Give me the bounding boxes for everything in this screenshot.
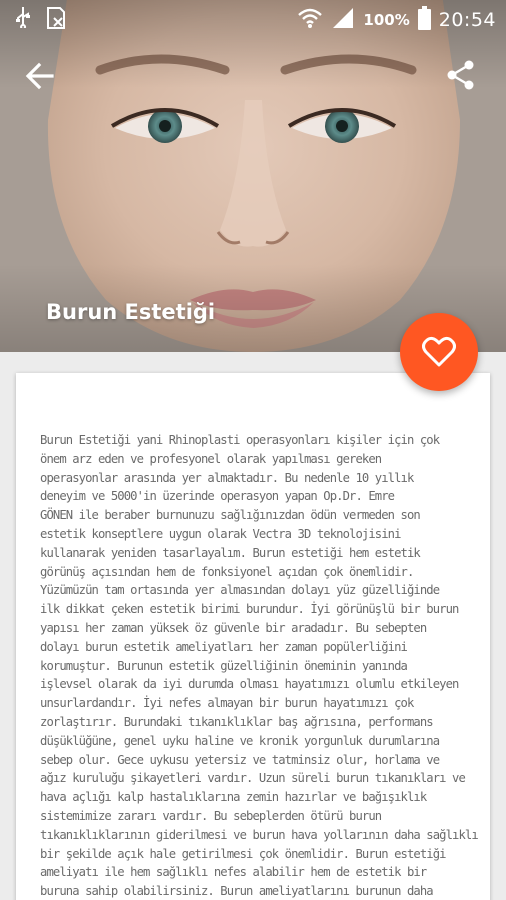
- article-line: dolayı burun estetik ameliyatları her za…: [40, 639, 408, 654]
- battery-percent: 100%: [363, 11, 410, 29]
- article-line: estetik konseptlere uygun olarak Vectra …: [40, 526, 401, 541]
- article-line: GÖNEN ile beraber burnunuzu sağlığınızda…: [40, 508, 421, 523]
- article-line: sebep olur. Gece uykusu yetersiz ve tatm…: [40, 752, 440, 767]
- favorite-button[interactable]: [400, 313, 478, 391]
- article-line: görünüş açısından hem de fonksiyonel açı…: [40, 564, 414, 579]
- article-text: Burun Estetiği yani Rhinoplasti operasyo…: [40, 431, 479, 900]
- sim-icon: [46, 6, 66, 34]
- article-line: bir şekilde açık hale getirilmesi çok ön…: [40, 846, 446, 861]
- heart-outline-icon: [422, 336, 456, 367]
- page-title: Burun Estetiği: [46, 300, 216, 324]
- article-line: yapısı her zaman yüksek öz güvenle bir a…: [40, 620, 427, 635]
- article-line: deneyim ve 5000'in üzerinde operasyon ya…: [40, 489, 395, 504]
- article-line: unsurlardandır. İyi nefes almayan bir bu…: [40, 696, 414, 711]
- article-line: operasyonlar arasında yer almaktadır. Bu…: [40, 470, 414, 485]
- article-line: tıkanıklıklarının giderilmesi ve burun h…: [40, 827, 479, 842]
- status-bar: 100% 20:54: [0, 0, 506, 38]
- article-line: korumuştur. Burunun estetik güzelliğinin…: [40, 658, 408, 673]
- share-button[interactable]: [446, 60, 476, 90]
- usb-icon: [14, 6, 32, 34]
- article-card: Burun Estetiği yani Rhinoplasti operasyo…: [16, 373, 490, 900]
- article-line: Burun Estetiği yani Rhinoplasti operasyo…: [40, 433, 440, 447]
- clock: 20:54: [438, 9, 496, 31]
- article-line: sistemimize zararı vardır. Bu sebeplerde…: [40, 808, 382, 823]
- article-line: kullanarak yeniden tasarlayalım. Burun e…: [40, 545, 421, 560]
- article-line: işlevsel olarak da iyi durumda olması ha…: [40, 677, 459, 692]
- arrow-back-icon: [25, 62, 54, 90]
- article-line: hava açlığı kalp hastalıklarına zemin ha…: [40, 790, 427, 805]
- signal-icon: [331, 7, 355, 33]
- article-line: ameliyatı ile hem sağlıklı nefes alabili…: [40, 865, 427, 880]
- back-button[interactable]: [24, 60, 56, 92]
- share-icon: [447, 60, 474, 90]
- article-line: buruna sahip olabilirsiniz. Burun ameliy…: [40, 884, 434, 899]
- wifi-icon: [297, 7, 323, 33]
- article-line: Yüzümüzün tam ortasında yer almasından d…: [40, 583, 440, 598]
- article-line: ilk dikkat çeken estetik birimi burundur…: [40, 602, 459, 617]
- article-line: önem arz eden ve profesyonel olarak yapı…: [40, 451, 382, 466]
- article-line: zorlaştırır. Burundaki tıkanıklıklar baş…: [40, 714, 434, 729]
- battery-icon: [417, 6, 431, 34]
- article-line: düşüklüğüne, genel uyku haline ve kronik…: [40, 733, 440, 748]
- article-line: ağız kuruluğu şikayetleri vardır. Uzun s…: [40, 771, 466, 786]
